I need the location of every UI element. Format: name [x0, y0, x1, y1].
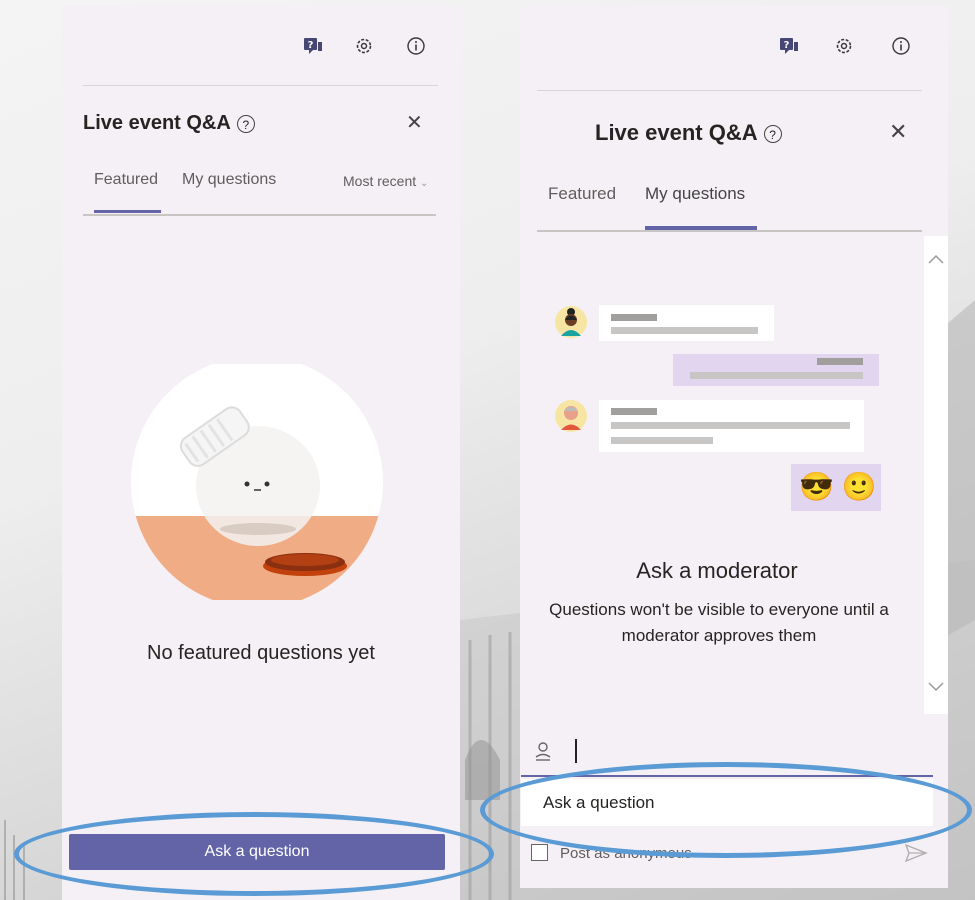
placeholder-line [690, 372, 863, 379]
title-text: Live event Q&A [595, 120, 758, 145]
svg-text:?: ? [784, 40, 790, 51]
close-icon[interactable]: ✕ [406, 113, 423, 133]
tabs-divider [537, 230, 922, 232]
sort-dropdown[interactable]: Most recent ⌄ [343, 173, 428, 189]
highlight-oval-left [14, 812, 494, 896]
sort-label: Most recent [343, 173, 417, 189]
avatar [555, 306, 587, 343]
scroll-up-icon[interactable] [927, 252, 945, 270]
placeholder-line [611, 422, 850, 429]
moderator-description: Questions won't be visible to everyone u… [549, 600, 889, 645]
tab-featured[interactable]: Featured [94, 171, 158, 189]
tabs-divider [83, 214, 436, 216]
person-icon[interactable] [533, 741, 553, 768]
highlight-oval-right [480, 762, 972, 858]
scroll-down-icon[interactable] [927, 680, 945, 698]
placeholder-line [611, 437, 713, 444]
tab-my-questions[interactable]: My questions [645, 184, 745, 204]
chat-bubble [599, 305, 774, 341]
settings-icon[interactable] [833, 35, 855, 57]
qa-icon[interactable]: ? [778, 35, 800, 57]
panel-title: Live event Q&A? [595, 120, 782, 146]
active-tab-indicator [94, 210, 161, 213]
moderator-heading: Ask a moderator [636, 558, 798, 583]
placeholder-line [611, 314, 657, 321]
placeholder-line [611, 327, 758, 334]
chevron-down-icon: ⌄ [420, 178, 429, 189]
tab-my-questions[interactable]: My questions [182, 171, 276, 189]
help-icon[interactable]: ? [236, 114, 255, 133]
placeholder-line [611, 408, 657, 415]
empty-jar-illustration [131, 364, 383, 600]
avatar [555, 400, 587, 437]
title-text: Live event Q&A [83, 112, 231, 134]
anonymous-checkbox[interactable] [531, 844, 548, 861]
svg-text:?: ? [308, 40, 314, 51]
panel-title: Live event Q&A? [83, 112, 255, 135]
emoji-reactions: 😎 🙂 [799, 471, 877, 502]
info-icon[interactable] [405, 35, 427, 57]
info-icon[interactable] [890, 35, 912, 57]
settings-icon[interactable] [353, 35, 375, 57]
help-icon[interactable]: ? [763, 125, 782, 144]
empty-state-text: No featured questions yet [147, 642, 375, 664]
tab-featured[interactable]: Featured [548, 184, 616, 204]
active-tab-indicator [645, 226, 757, 230]
text-cursor [575, 739, 577, 763]
qa-icon[interactable]: ? [302, 35, 324, 57]
header-divider [83, 85, 438, 86]
close-icon[interactable]: ✕ [889, 121, 907, 143]
header-divider [537, 90, 922, 91]
scrollbar-track[interactable] [924, 236, 948, 714]
send-icon[interactable] [904, 842, 928, 869]
placeholder-line [817, 358, 863, 365]
